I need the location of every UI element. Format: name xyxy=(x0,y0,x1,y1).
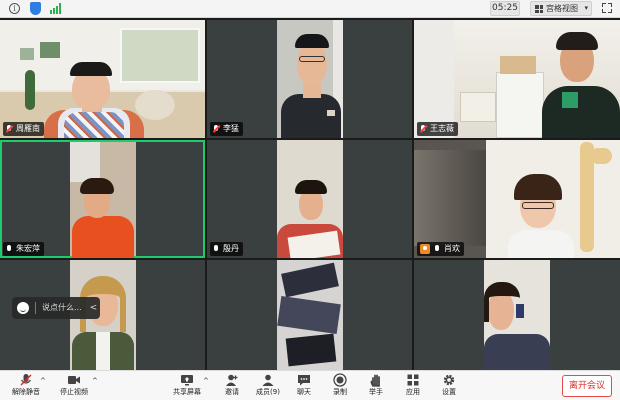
participant-name: 李猛 xyxy=(223,124,239,133)
meeting-timer: 05:25 xyxy=(490,1,520,16)
divider xyxy=(35,302,36,314)
network-signal-icon[interactable] xyxy=(50,3,62,14)
security-shield-icon[interactable] xyxy=(30,2,41,15)
participant-name-tag: 殷丹 xyxy=(210,242,243,256)
hand-icon xyxy=(370,374,380,387)
participant-name-tag: 朱宏萍 xyxy=(3,242,44,256)
add-user-icon xyxy=(226,374,238,386)
leave-meeting-button[interactable]: 离开会议 xyxy=(562,375,612,397)
grid-view-icon xyxy=(535,5,543,13)
mic-muted-icon xyxy=(420,125,426,133)
settings-label: 设置 xyxy=(442,388,456,396)
unmute-button[interactable]: 解除静音 xyxy=(8,373,44,400)
stop-video-label: 停止视频 xyxy=(60,388,88,396)
raise-hand-button[interactable]: 举手 xyxy=(365,373,387,400)
chat-icon xyxy=(298,375,310,386)
invite-button[interactable]: 邀请 xyxy=(220,373,244,400)
members-icon xyxy=(262,374,274,386)
share-screen-label: 共享屏幕 xyxy=(173,388,201,396)
video-options-caret[interactable]: ^ xyxy=(92,377,98,385)
mic-icon xyxy=(434,245,440,253)
video-tile[interactable] xyxy=(207,260,412,370)
chat-input-bubble[interactable]: 说点什么... < xyxy=(12,297,100,319)
unmute-label: 解除静音 xyxy=(12,388,40,396)
share-options-caret[interactable]: ^ xyxy=(203,377,209,385)
stop-video-button[interactable]: 停止视频 xyxy=(58,373,90,400)
info-icon[interactable]: i xyxy=(9,3,20,14)
share-screen-icon xyxy=(181,375,193,386)
members-button[interactable]: 成员(9) xyxy=(254,373,282,400)
participant-name: 王志薇 xyxy=(430,124,454,133)
video-tile[interactable]: 王志薇 xyxy=(414,20,620,138)
view-mode-label: 宫格视图 xyxy=(546,4,578,13)
apps-label: 应用 xyxy=(406,388,420,396)
chat-label: 聊天 xyxy=(297,388,311,396)
chat-button[interactable]: 聊天 xyxy=(293,373,315,400)
record-button[interactable]: 录制 xyxy=(329,373,351,400)
video-grid: 周雁南 李猛 王志薇 朱宏萍 殷丹 肖欢 说点什么... < xyxy=(0,20,620,370)
video-tile[interactable]: 肖欢 xyxy=(414,140,620,258)
fullscreen-icon[interactable] xyxy=(602,3,612,13)
mic-muted-icon xyxy=(20,374,32,386)
participant-name-tag: 王志薇 xyxy=(417,122,458,136)
audio-options-caret[interactable]: ^ xyxy=(40,377,46,385)
emoji-icon[interactable] xyxy=(17,302,29,314)
participant-name: 朱宏萍 xyxy=(16,244,40,253)
members-label: 成员(9) xyxy=(256,388,280,396)
video-tile-active-speaker[interactable]: 朱宏萍 xyxy=(0,140,205,258)
top-bar: i 05:25 宫格视图 ▾ xyxy=(0,0,620,18)
participant-name-tag: 肖欢 xyxy=(417,242,464,256)
video-tile[interactable]: 殷丹 xyxy=(207,140,412,258)
invite-label: 邀请 xyxy=(225,388,239,396)
chevron-left-icon[interactable]: < xyxy=(90,297,98,319)
mic-icon xyxy=(6,245,12,253)
record-icon xyxy=(333,373,347,387)
chat-placeholder: 说点什么... xyxy=(42,303,82,312)
meeting-window: i 05:25 宫格视图 ▾ 周雁南 李猛 王志薇 朱宏萍 殷丹 肖欢 说点什么… xyxy=(0,0,620,400)
participant-name-tag: 李猛 xyxy=(210,122,243,136)
mic-muted-icon xyxy=(213,125,219,133)
participant-name-tag: 周雁南 xyxy=(3,122,44,136)
video-tile[interactable]: 周雁南 xyxy=(0,20,205,138)
settings-button[interactable]: 设置 xyxy=(438,373,460,400)
participant-name: 殷丹 xyxy=(223,244,239,253)
host-icon xyxy=(420,244,430,254)
gear-icon xyxy=(443,374,455,386)
view-mode-dropdown[interactable]: 宫格视图 ▾ xyxy=(530,1,592,16)
mic-icon xyxy=(213,245,219,253)
video-tile[interactable]: 李猛 xyxy=(207,20,412,138)
raise-hand-label: 举手 xyxy=(369,388,383,396)
share-screen-button[interactable]: 共享屏幕 xyxy=(170,373,204,400)
participant-name: 肖欢 xyxy=(444,244,460,253)
participant-name: 周雁南 xyxy=(16,124,40,133)
record-label: 录制 xyxy=(333,388,347,396)
apps-grid-icon xyxy=(407,374,419,386)
apps-button[interactable]: 应用 xyxy=(402,373,424,400)
chevron-down-icon: ▾ xyxy=(584,4,588,12)
video-tile[interactable] xyxy=(414,260,620,370)
meeting-toolbar: 解除静音 ^ 停止视频 ^ 共享屏幕 ^ 邀请 成员(9) 聊天 录制 举手 应… xyxy=(0,370,620,400)
video-camera-icon xyxy=(68,376,80,384)
mic-muted-icon xyxy=(6,125,12,133)
